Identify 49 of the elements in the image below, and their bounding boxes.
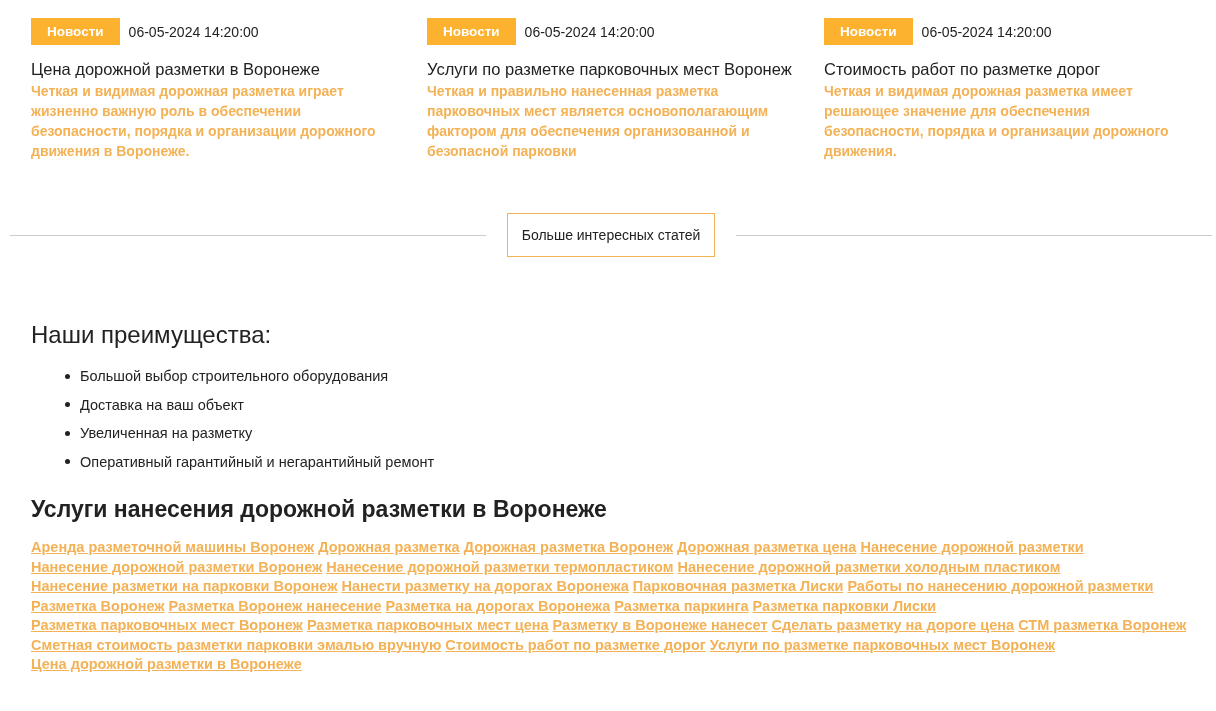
advantage-item: Большой выбор строительного оборудования: [80, 367, 389, 386]
service-link[interactable]: СТМ разметка Воронеж: [1018, 617, 1187, 633]
service-link[interactable]: Разметка парковочных мест Воронеж: [31, 617, 303, 633]
service-link[interactable]: Нанесение дорожной разметки термопластиком: [326, 558, 674, 575]
more-articles-button[interactable]: Больше интересных статей: [506, 213, 716, 257]
service-link[interactable]: Цена дорожной разметки в Воронеже: [31, 656, 302, 672]
news-date: 06-05-2024 14:20:00: [921, 23, 1052, 40]
service-link[interactable]: Разметка на дорогах Воронежа: [385, 597, 611, 614]
news-tag[interactable]: Новости: [824, 18, 913, 45]
news-excerpt: Четкая и видимая дорожная разметка имеет решающее значение для обеспечения безопасности, порядка и организации дорожного движения.: [824, 82, 1170, 161]
section-heading: Наши преимущества:: [31, 321, 273, 349]
service-link[interactable]: Сметная стоимость разметки парковки эмалью вручную: [31, 636, 442, 653]
news-tag[interactable]: Новости: [427, 18, 516, 45]
service-link[interactable]: Аренда разметочной машины Воронеж: [31, 539, 315, 555]
service-link[interactable]: Разметка парковки Лиски: [752, 597, 937, 614]
bullet-icon: [65, 402, 70, 408]
bullet-icon: [65, 459, 70, 465]
service-link[interactable]: Работы по нанесению дорожной разметки: [847, 578, 1154, 594]
service-link[interactable]: Стоимость работ по разметке дорог: [445, 636, 706, 653]
advantage-item: Увеличенная на разметку: [80, 424, 253, 443]
advantage-item: Доставка на ваш объект: [80, 395, 244, 415]
news-date: 06-05-2024 14:20:00: [128, 23, 259, 40]
advantage-item: Оперативный гарантийный и негарантийный ремонт: [80, 452, 435, 472]
news-title[interactable]: Цена дорожной разметки в Воронеже: [31, 59, 399, 79]
service-link[interactable]: Дорожная разметка цена: [677, 539, 857, 555]
news-title[interactable]: Стоимость работ по разметке дорог: [824, 59, 1176, 79]
service-link[interactable]: Дорожная разметка: [318, 539, 460, 555]
bullet-icon: [65, 430, 70, 436]
news-title[interactable]: Услуги по разметке парковочных мест Воронеж: [427, 59, 796, 79]
service-link[interactable]: Сделать разметку на дороге цена: [771, 617, 1015, 633]
service-link[interactable]: Нанесение дорожной разметки холодным пластиком: [677, 558, 1061, 575]
service-link[interactable]: Парковочная разметка Лиски: [632, 578, 844, 594]
section-heading: Услуги нанесения дорожной разметки в Воронеже: [31, 496, 608, 523]
service-link[interactable]: Разметка Воронеж нанесение: [168, 597, 382, 614]
news-excerpt: Четкая и видимая дорожная разметка играет жизненно важную роль в обеспечении безопасности, порядка и организации дорожного движения в Воронеже.: [31, 82, 377, 161]
service-link[interactable]: Разметку в Воронеже нанесет: [552, 617, 768, 633]
service-link[interactable]: Разметка парковочных мест цена: [306, 617, 549, 633]
news-excerpt: Четкая и правильно нанесенная разметка парковочных мест является основополагающим фактором для обеспечения организованной и безопасной парковки: [427, 82, 770, 161]
news-date: 06-05-2024 14:20:00: [524, 23, 655, 40]
service-link[interactable]: Разметка Воронеж: [31, 597, 165, 614]
service-link[interactable]: Услуги по разметке парковочных мест Воронеж: [709, 636, 1055, 653]
service-link[interactable]: Нанести разметку на дорогах Воронежа: [341, 578, 629, 594]
service-link[interactable]: Нанесение дорожной разметки Воронеж: [31, 558, 323, 575]
service-link[interactable]: Нанесение разметки на парковки Воронеж: [31, 578, 338, 594]
news-tag[interactable]: Новости: [31, 18, 120, 45]
service-link[interactable]: Дорожная разметка Воронеж: [463, 539, 674, 555]
bullet-icon: [65, 373, 70, 379]
service-link[interactable]: Разметка паркинга: [614, 597, 749, 614]
service-link[interactable]: Нанесение дорожной разметки: [860, 539, 1084, 555]
